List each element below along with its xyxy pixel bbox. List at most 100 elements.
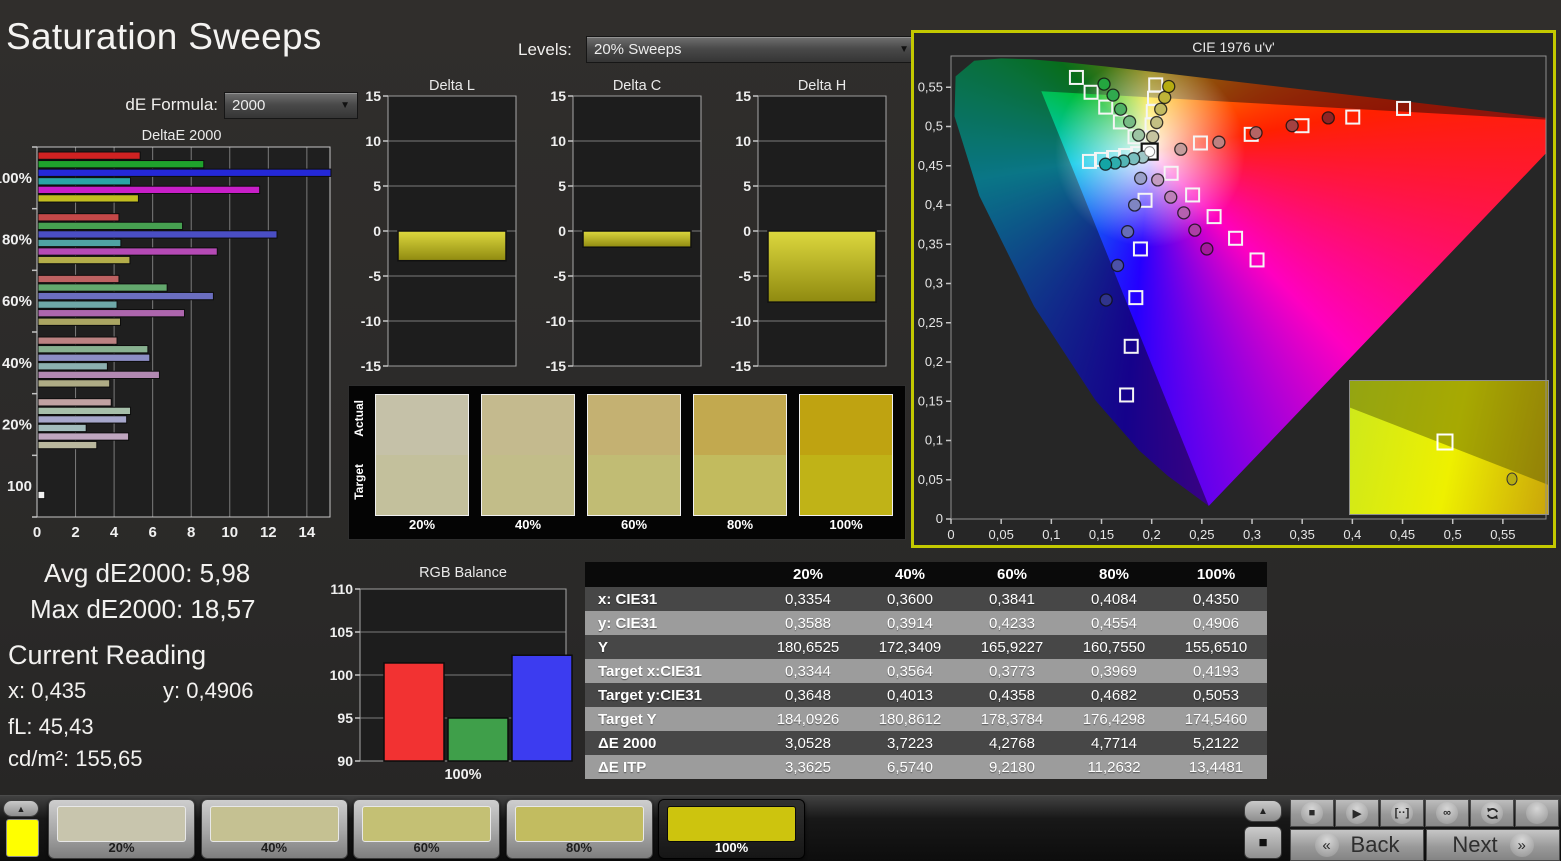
measured-point-blue	[1120, 225, 1135, 239]
back-button[interactable]: « Back	[1290, 829, 1424, 861]
cie-diagram-panel[interactable]: CIE 1976 u'v' 0 0 0,05 0,05 0,1 0,1 0,15 0,15 0,…	[911, 30, 1556, 548]
svg-text:DeltaE 2000: DeltaE 2000	[142, 128, 222, 144]
measured-point-magenta	[1151, 173, 1165, 187]
patch-button-60%[interactable]: 60%	[353, 799, 500, 859]
blank-button[interactable]	[1515, 799, 1559, 827]
svg-text:60%: 60%	[2, 293, 32, 310]
svg-text:5: 5	[373, 178, 381, 194]
svg-text:0: 0	[558, 223, 566, 239]
svg-text:0,15: 0,15	[1089, 527, 1114, 542]
reading-fl: fL: 45,43	[8, 714, 94, 739]
table-cell: 3,7223	[859, 731, 961, 755]
svg-text:12: 12	[260, 524, 277, 540]
target-square-red	[1192, 135, 1208, 151]
rgb-balance-chart: RGB Balance 110 105 100 95 90 100%	[330, 565, 573, 781]
target-square-blue	[1123, 338, 1139, 354]
svg-text:0: 0	[947, 527, 954, 542]
table-cell: 184,0926	[757, 707, 859, 731]
stop-button[interactable]: ■	[1290, 799, 1334, 827]
table-cell: 0,3344	[757, 659, 859, 683]
measured-point-magenta	[1164, 190, 1178, 204]
refresh-button[interactable]	[1470, 799, 1514, 827]
table-cell: 4,7714	[1063, 731, 1165, 755]
table-cell: 0,3773	[961, 659, 1063, 683]
transport-up-button[interactable]: ▲	[1244, 800, 1282, 822]
table-cell: 0,3600	[859, 587, 961, 611]
de-formula-dropdown[interactable]: 2000 ▼	[224, 92, 358, 119]
svg-text:Delta H: Delta H	[798, 78, 846, 94]
up-arrow-icon: ▲	[1258, 805, 1268, 817]
svg-text:-5: -5	[369, 268, 382, 284]
measured-point-green	[1097, 77, 1111, 91]
table-row: Y 180,6525 172,3409 165,9227 160,7550 155,651…	[585, 635, 1267, 659]
reading-x: x: 0,435	[8, 678, 87, 703]
svg-text:10: 10	[221, 524, 238, 540]
row-label: Target x:CIE31	[585, 659, 757, 683]
levels-dropdown[interactable]: 20% Sweeps ▼	[586, 36, 917, 63]
reading-cdm2: cd/m²: 155,65	[8, 746, 143, 771]
patch-label: 100%	[714, 840, 749, 855]
levels-value: 20% Sweeps	[594, 41, 682, 58]
svg-text:10: 10	[735, 133, 751, 149]
levels-label: Levels:	[518, 40, 572, 59]
blank-icon	[1526, 802, 1548, 824]
svg-text:0,5: 0,5	[1444, 527, 1462, 542]
target-square-red	[1345, 109, 1361, 125]
measured-point-blue	[1133, 171, 1148, 185]
target-square-blue	[1132, 241, 1148, 257]
table-row: Target x:CIE31 0,3344 0,3564 0,3773 0,3969 0,…	[585, 659, 1267, 683]
measured-point-magenta	[1177, 206, 1191, 220]
table-cell: 0,3588	[757, 611, 859, 635]
table-cell: 0,5053	[1165, 683, 1267, 707]
svg-text:5: 5	[558, 178, 566, 194]
swatch-level-label: 100%	[829, 517, 863, 532]
infinity-icon: ∞	[1436, 802, 1458, 824]
measured-point-yellow	[1158, 90, 1172, 105]
play-icon: ▶	[1346, 802, 1368, 824]
row-label: x: CIE31	[585, 587, 757, 611]
patch-swatch	[362, 806, 491, 842]
svg-text:0,15: 0,15	[918, 393, 943, 408]
table-cell: 11,2632	[1063, 755, 1165, 779]
swatch-pair-100%	[799, 394, 893, 516]
delta-l-chart: Delta L151050-5-10-15100%	[361, 78, 517, 374]
infinity-button[interactable]: ∞	[1425, 799, 1469, 827]
actual-swatch-40%	[482, 395, 574, 455]
svg-text:0,4: 0,4	[1343, 527, 1361, 542]
collapse-up-button[interactable]: ▲	[3, 800, 39, 817]
svg-text:6: 6	[148, 524, 156, 540]
table-row: Target y:CIE31 0,3648 0,4013 0,4358 0,4682 0,…	[585, 683, 1267, 707]
row-label: y: CIE31	[585, 611, 757, 635]
patch-button-20%[interactable]: 20%	[48, 799, 195, 859]
patch-button-100%[interactable]: 100%	[658, 799, 805, 859]
svg-text:-10: -10	[361, 313, 381, 329]
row-label: Target Y	[585, 707, 757, 731]
next-button[interactable]: Next »	[1426, 829, 1560, 861]
measured-point-red	[1249, 126, 1263, 140]
target-square-green	[1083, 84, 1099, 100]
table-cell: 0,4906	[1165, 611, 1267, 635]
table-cell: 4,2768	[961, 731, 1063, 755]
target-square-magenta	[1163, 165, 1179, 181]
svg-text:10: 10	[550, 133, 566, 149]
play-button[interactable]: ▶	[1335, 799, 1379, 827]
column-header: 80%	[1063, 562, 1165, 587]
table-cell: 3,0528	[757, 731, 859, 755]
row-label: Target y:CIE31	[585, 683, 757, 707]
table-cell: 9,2180	[961, 755, 1063, 779]
svg-text:105: 105	[330, 624, 354, 640]
table-cell: 0,4682	[1063, 683, 1165, 707]
patch-button-80%[interactable]: 80%	[505, 799, 653, 859]
svg-text:100%: 100%	[444, 767, 481, 781]
stop-pattern-button[interactable]: ■	[1244, 826, 1282, 859]
measured-point-green	[1131, 128, 1146, 142]
table-row: ΔE 2000 3,0528 3,7223 4,2768 4,7714 5,2122	[585, 731, 1267, 755]
next-arrow-icon: »	[1509, 833, 1534, 857]
delta-h-chart: Delta H151050-5-10-15100%	[731, 78, 887, 374]
cie-points-overlay: 00 0,05 0,05 0,1 0,1 0,15 0,15 0,2 0,2 0,25 0,25 0,…	[918, 55, 1547, 542]
target-square-magenta	[1206, 209, 1222, 225]
range-button[interactable]: [··]	[1380, 799, 1424, 827]
table-header-row: 20% 40% 60% 80% 100%	[585, 562, 1267, 587]
column-header: 20%	[757, 562, 859, 587]
patch-button-40%[interactable]: 40%	[200, 799, 348, 859]
